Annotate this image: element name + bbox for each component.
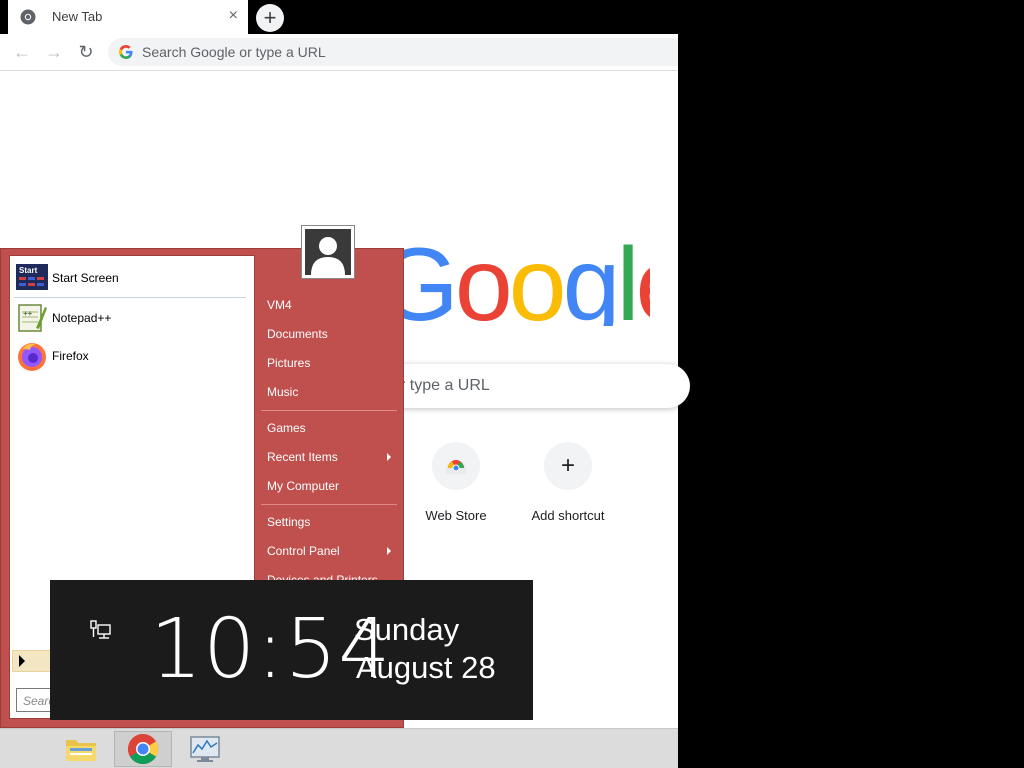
start-screen-icon: Start bbox=[16, 264, 48, 290]
divider bbox=[14, 297, 246, 298]
taskbar-file-explorer[interactable] bbox=[52, 731, 110, 767]
taskbar bbox=[0, 728, 678, 768]
link-documents[interactable]: Documents bbox=[267, 327, 328, 341]
google-g-icon bbox=[119, 45, 133, 59]
divider bbox=[261, 504, 397, 505]
plus-glyph: + bbox=[560, 452, 575, 479]
shortcut-label: Web Store bbox=[425, 508, 487, 523]
program-label: Start Screen bbox=[52, 271, 119, 285]
user-avatar[interactable] bbox=[301, 225, 355, 279]
link-my-computer[interactable]: My Computer bbox=[267, 479, 339, 493]
tab-strip: New Tab × + bbox=[0, 0, 678, 34]
start-screen-icon-text: Start bbox=[19, 266, 38, 275]
clock-date: August 28 bbox=[356, 650, 496, 685]
network-icon bbox=[90, 620, 111, 639]
address-bar-placeholder: Search Google or type a URL bbox=[142, 44, 326, 60]
divider bbox=[261, 410, 397, 411]
close-tab-icon[interactable]: × bbox=[229, 8, 238, 24]
forward-button[interactable]: → bbox=[42, 40, 66, 64]
firefox-icon bbox=[18, 343, 46, 371]
shortcut-label: Add shortcut bbox=[531, 508, 605, 523]
svg-text:Google: Google bbox=[378, 227, 650, 326]
link-control-panel[interactable]: Control Panel bbox=[267, 544, 340, 558]
link-recent-items[interactable]: Recent Items bbox=[267, 450, 338, 464]
ntp-search-placeholder: r type a URL bbox=[400, 377, 490, 394]
chrome-favicon-icon bbox=[20, 9, 36, 25]
submenu-arrow-icon bbox=[387, 453, 391, 461]
shortcut-web-store[interactable]: Web Store bbox=[400, 442, 512, 523]
notepad-plus-plus-icon: ++ bbox=[18, 304, 47, 332]
program-start-screen[interactable]: Start Start Screen bbox=[16, 262, 248, 294]
tab-title: New Tab bbox=[52, 9, 103, 24]
new-tab-button[interactable]: + bbox=[256, 4, 284, 32]
arrow-right-icon bbox=[19, 655, 25, 667]
link-pictures[interactable]: Pictures bbox=[267, 356, 310, 370]
shortcut-add[interactable]: + Add shortcut bbox=[512, 442, 624, 523]
file-explorer-icon bbox=[66, 740, 96, 761]
user-icon bbox=[305, 229, 351, 275]
program-label: Notepad++ bbox=[52, 311, 112, 325]
taskbar-task-manager[interactable] bbox=[176, 731, 234, 767]
google-logo: Google bbox=[378, 227, 650, 326]
link-vm4[interactable]: VM4 bbox=[267, 298, 292, 312]
link-games[interactable]: Games bbox=[267, 421, 306, 435]
plus-icon: + bbox=[544, 442, 592, 490]
address-bar[interactable]: Search Google or type a URL bbox=[108, 38, 678, 66]
lock-clock-overlay: 10:54 Sunday August 28 bbox=[50, 580, 533, 720]
clock-day: Sunday bbox=[354, 612, 460, 647]
task-manager-icon bbox=[190, 736, 220, 762]
link-music[interactable]: Music bbox=[267, 385, 298, 399]
program-label: Firefox bbox=[52, 349, 89, 363]
reload-button[interactable]: ↻ bbox=[74, 40, 98, 64]
svg-text:++: ++ bbox=[23, 309, 33, 318]
program-notepad-plus-plus[interactable]: ++ Notepad++ bbox=[16, 302, 248, 334]
back-button[interactable]: ← bbox=[10, 40, 34, 64]
program-firefox[interactable]: Firefox bbox=[16, 340, 248, 372]
tab-new-tab[interactable]: New Tab × bbox=[8, 0, 248, 34]
submenu-arrow-icon bbox=[387, 547, 391, 555]
chrome-icon bbox=[127, 734, 159, 765]
browser-toolbar: ← → ↻ Search Google or type a URL bbox=[0, 34, 678, 71]
web-store-icon bbox=[432, 442, 480, 490]
link-settings[interactable]: Settings bbox=[267, 515, 310, 529]
taskbar-chrome[interactable] bbox=[114, 731, 172, 767]
